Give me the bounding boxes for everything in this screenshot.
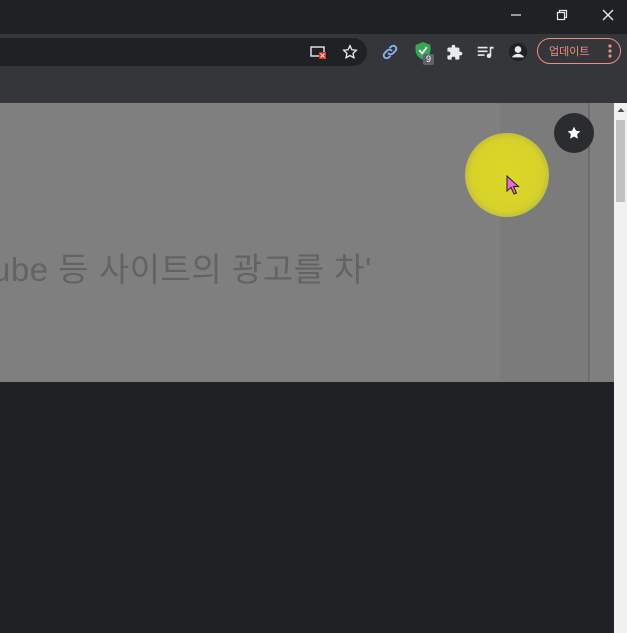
browser-toolbar: 9 업데이트 [0, 34, 627, 72]
close-icon [602, 9, 614, 21]
favorite-button[interactable] [554, 113, 594, 153]
scroll-up-button[interactable] [614, 103, 627, 117]
queue-music-icon[interactable] [475, 41, 497, 63]
page-scrollbar[interactable] [614, 103, 627, 633]
puzzle-icon[interactable] [443, 41, 465, 63]
update-label: 업데이트 [549, 46, 590, 58]
close-button[interactable] [585, 0, 627, 30]
video-caption: ube 등 사이트의 광고를 차' [0, 251, 372, 288]
mouse-cursor-icon [506, 174, 520, 200]
profile-button[interactable] [507, 41, 529, 63]
star-icon[interactable] [340, 42, 360, 62]
link-icon[interactable] [379, 41, 401, 63]
restore-icon [556, 9, 568, 21]
shield-extension-button[interactable]: 9 [412, 40, 435, 65]
page-content: ube 등 사이트의 광고를 차' [0, 103, 614, 633]
restore-button[interactable] [539, 0, 585, 30]
chevron-up-icon [617, 108, 624, 112]
minimize-icon [511, 14, 521, 16]
update-button[interactable]: 업데이트 [537, 38, 621, 64]
profile-icon [508, 42, 528, 62]
star-icon [567, 126, 581, 139]
extension-badge: 9 [423, 54, 435, 65]
video-frame[interactable]: ube 등 사이트의 광고를 차' [0, 103, 614, 382]
more-vert-icon [608, 44, 612, 58]
title-bar [0, 0, 627, 34]
camera-off-icon[interactable] [308, 42, 328, 62]
bookmark-bar [0, 72, 627, 104]
minimize-button[interactable] [493, 0, 539, 30]
scrollbar-thumb[interactable] [616, 120, 625, 202]
address-bar[interactable] [0, 38, 367, 66]
